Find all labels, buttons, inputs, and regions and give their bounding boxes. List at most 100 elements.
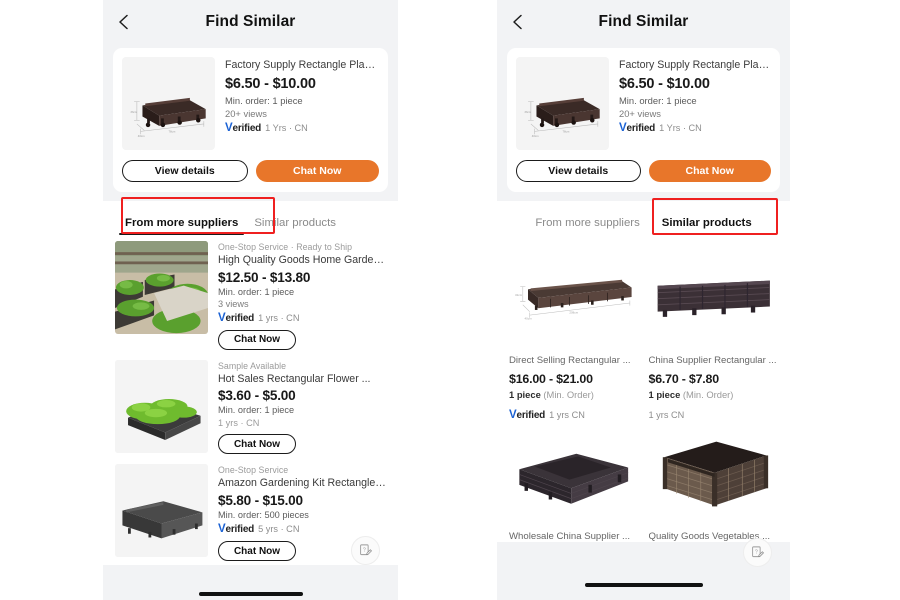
list-item-price: $12.50 - $13.80 [218,269,311,285]
screenshot-stage: Find Similar 33cm 78cm 40cm Factory Supp… [0,0,900,600]
grid-item-moq-qty: 1 piece [648,389,681,400]
tab-label: From more suppliers [125,217,239,229]
long-rattan-planter-photo [657,280,770,317]
grid-item-moq-label: (Min. Order) [682,389,734,400]
rectangular-planter-photo [519,453,629,504]
list-item-title: Amazon Gardening Kit Rectangle ... [218,477,386,490]
svg-text:78cm: 78cm [563,129,570,133]
tab-label: From more suppliers [535,217,640,229]
featured-card-actions: View details Chat Now [516,160,771,182]
long-planter-drawing: 32cm 208cm 40cm [515,279,632,320]
supplier-meta: 1 yrs · CN [218,418,260,429]
featured-product-title: Factory Supply Rectangle Plantin... [225,59,379,71]
back-button[interactable] [507,11,529,33]
grid-item-title: China Supplier Rectangular ... [648,355,777,366]
featured-product-card[interactable]: 33cm 78cm 40cm Factory Supply Rectangle … [507,48,780,192]
list-item[interactable]: One-Stop Service · Ready to Ship High Qu… [103,235,398,354]
svg-text:208cm: 208cm [569,310,578,314]
svg-text:40cm: 40cm [532,134,539,138]
chat-now-button[interactable]: Chat Now [218,434,296,455]
supplier-meta: 1 yrs CN [648,410,685,420]
list-item-image[interactable] [115,241,208,334]
verified-badge: Verified [509,409,545,421]
list-item[interactable]: Sample Available Hot Sales Rectangular F… [103,354,398,459]
svg-text:78cm: 78cm [169,129,176,133]
grid-item[interactable]: China Supplier Rectangular ... $6.70 - $… [649,249,779,421]
phone-screen-right: Find Similar 33cm 78cm 40cm Factory Supp… [497,0,790,600]
grid-item-image[interactable] [649,249,779,345]
svg-text:?: ? [363,547,366,553]
grid-item-price: $6.70 - $7.80 [648,372,720,386]
grid-item-title: Direct Selling Rectangular ... [509,355,631,366]
list-item-price: $5.80 - $15.00 [218,493,303,509]
list-item-verified-row: Verified 5 yrs · CN [218,523,386,535]
chat-now-button[interactable]: Chat Now [648,160,771,182]
list-item-title: Hot Sales Rectangular Flower ... [218,372,371,385]
list-item-image[interactable] [115,359,208,453]
featured-product-views: 20+ views [619,108,661,120]
supplier-meta: 5 yrs · CN [258,524,300,535]
grid-item-image[interactable] [649,421,779,521]
tab-from-more-suppliers[interactable]: From more suppliers [117,217,246,235]
supplier-meta: 1 yrs · CN [258,312,300,323]
list-item-tagline: One-Stop Service [218,465,289,476]
chat-now-button[interactable]: Chat Now [255,160,379,182]
featured-product-price: $6.50 - $10.00 [619,76,710,93]
verified-text: erified [225,524,255,536]
list-item-tagline: One-Stop Service · Ready to Ship [218,242,353,252]
list-item-tagline: Sample Available [218,360,287,371]
tabs-left: From more suppliers Similar products [103,201,398,235]
grid-item[interactable]: Quality Goods Vegetables ... [649,421,779,542]
chevron-left-icon [119,14,128,30]
feedback-button[interactable]: ? [351,536,380,565]
tab-active-underline [655,232,758,235]
list-item-image[interactable] [115,464,208,558]
featured-product-image[interactable]: 33cm 78cm 40cm [122,57,215,150]
verified-text: erified [232,123,262,135]
supplier-meta: 1 Yrs · CN [659,123,702,134]
verified-text: erified [516,410,546,421]
garden-beds-photo [115,241,208,334]
tab-label: Similar products [661,217,752,229]
flower-box-photo [115,359,208,453]
grid-item-image[interactable] [509,421,639,521]
feedback-button[interactable]: ? [743,538,772,567]
list-item-verified-row: Verified 1 yrs · CN [218,312,386,324]
phone-screen-left: Find Similar 33cm 78cm 40cm Factory Supp… [103,0,398,600]
chat-now-button[interactable]: Chat Now [218,541,296,562]
verified-text: erified [225,312,255,324]
featured-product-title: Factory Supply Rectangle Plantin... [619,59,771,71]
grid-item[interactable]: 32cm 208cm 40cm Direct Selling Rectangul… [509,249,639,421]
featured-verified-row: Verified 1 Yrs · CN [619,122,771,134]
grid-item-moq: 1 piece (Min. Order) [649,389,779,400]
svg-text:32cm: 32cm [515,293,523,297]
tab-from-more-suppliers[interactable]: From more suppliers [527,217,647,235]
square-rattan-planter-photo [662,441,768,507]
feedback-survey-icon: ? [360,544,372,556]
svg-text:40cm: 40cm [525,316,533,320]
tab-similar-products[interactable]: Similar products [654,217,760,235]
svg-text:33cm: 33cm [130,110,137,114]
featured-product-image[interactable]: 33cm 78cm 40cm [516,57,609,150]
verified-badge: Verified [218,312,254,324]
featured-verified-row: Verified 1 Yrs · CN [225,122,379,134]
verified-text: erified [626,123,656,135]
page-title: Find Similar [598,13,689,30]
featured-product-min-order: Min. order: 1 piece [619,95,697,107]
view-details-button[interactable]: View details [516,160,641,182]
featured-product-card[interactable]: 33cm 78cm 40cm Factory Supply Rectangle … [113,48,388,192]
chat-now-button[interactable]: Chat Now [218,329,296,350]
grid-item-image[interactable]: 32cm 208cm 40cm [509,249,639,345]
back-button[interactable] [113,11,135,33]
tab-similar-products[interactable]: Similar products [246,217,344,235]
svg-text:40cm: 40cm [138,134,145,138]
grid-item[interactable]: Wholesale China Supplier ... [509,421,639,542]
featured-product-views: 20+ views [225,108,267,120]
tabs-container-left: From more suppliers Similar products [103,197,398,235]
grid-item-moq-label: (Min. Order) [543,389,594,400]
list-item-title: High Quality Goods Home Garden... [218,254,386,266]
verified-badge: Verified [619,122,655,134]
list-item-views: 3 views [218,298,249,309]
view-details-button[interactable]: View details [122,160,248,182]
featured-product-min-order: Min. order: 1 piece [225,95,303,107]
